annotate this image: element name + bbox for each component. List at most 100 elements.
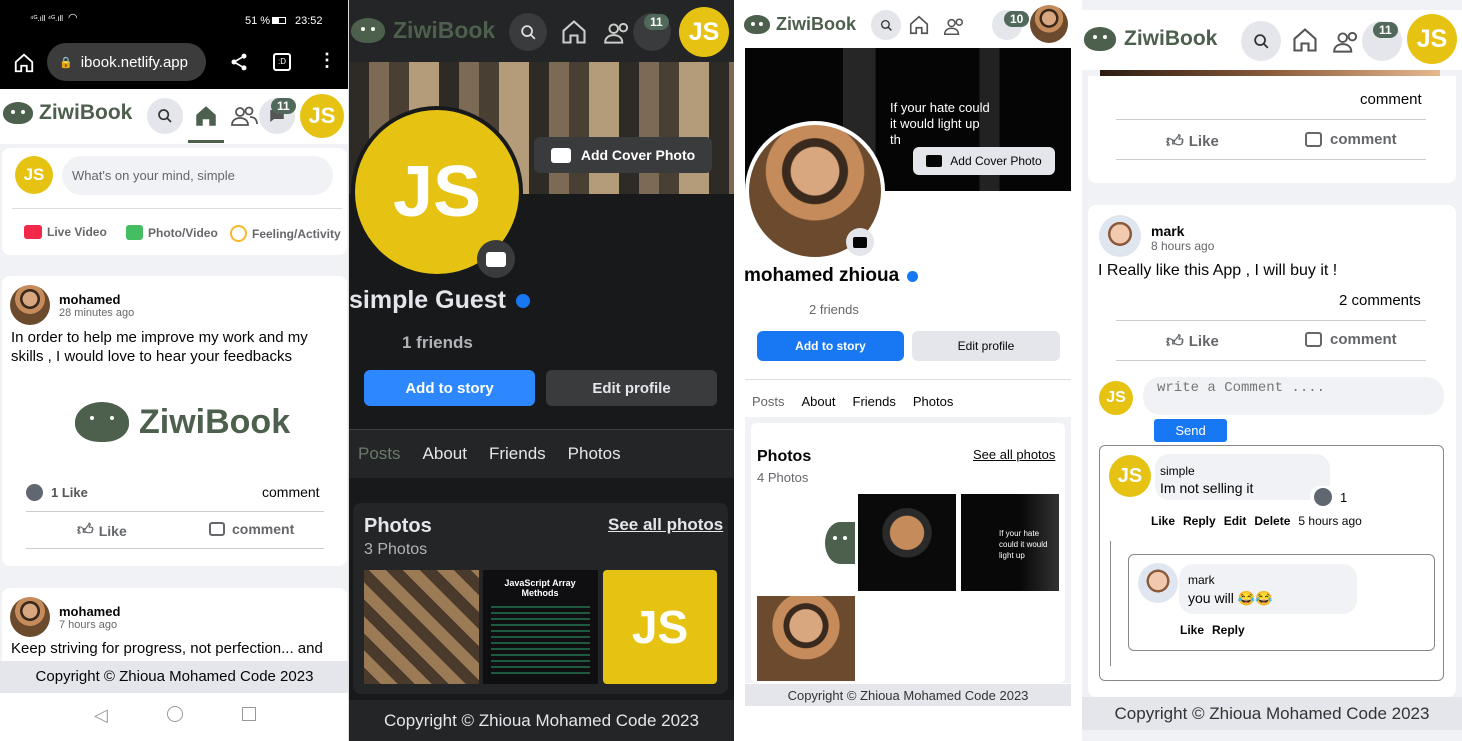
- share-icon[interactable]: [229, 52, 249, 72]
- edit-profile-button[interactable]: Edit profile: [546, 370, 717, 406]
- comment-link[interactable]: comment: [262, 484, 320, 500]
- comment-input[interactable]: write a Comment ....: [1143, 377, 1444, 415]
- add-cover-photo-button[interactable]: Add Cover Photo: [534, 137, 712, 173]
- user-avatar[interactable]: JS: [679, 7, 729, 57]
- friends-icon[interactable]: [603, 21, 633, 45]
- home-circle-icon[interactable]: [167, 706, 183, 722]
- friends-icon[interactable]: [1332, 30, 1362, 54]
- brand-name: ZiwiBook: [39, 101, 133, 124]
- photo-thumb[interactable]: [757, 494, 855, 591]
- notification-badge: 11: [271, 98, 296, 114]
- comment-delete-action[interactable]: Delete: [1254, 514, 1290, 528]
- composer-input[interactable]: What's on your mind, simple: [62, 156, 333, 195]
- add-to-story-button[interactable]: Add to story: [757, 331, 904, 361]
- reply-author[interactable]: mark: [1188, 573, 1215, 587]
- search-button[interactable]: [147, 98, 183, 134]
- comment-like-count[interactable]: 1: [1310, 486, 1352, 508]
- photo-thumb[interactable]: [364, 570, 479, 684]
- more-menu-icon[interactable]: ⋮: [318, 50, 336, 71]
- search-button[interactable]: [871, 10, 901, 40]
- reply-bubble: mark you will 😂😂: [1179, 564, 1357, 614]
- like-count[interactable]: 1 Like: [26, 484, 88, 501]
- comment-button[interactable]: comment: [1305, 331, 1397, 348]
- user-avatar[interactable]: JS: [1407, 14, 1457, 64]
- reply-avatar[interactable]: [1138, 563, 1178, 603]
- tab-posts[interactable]: Posts: [752, 394, 785, 409]
- add-to-story-button[interactable]: Add to story: [364, 370, 535, 406]
- post-author-avatar[interactable]: [10, 285, 50, 325]
- friends-icon[interactable]: [943, 17, 967, 36]
- photo-thumb[interactable]: If your hate could it would light up: [961, 494, 1059, 591]
- tab-about[interactable]: About: [423, 444, 467, 464]
- comment-button[interactable]: comment: [209, 521, 294, 537]
- change-avatar-button[interactable]: [846, 228, 874, 256]
- brand-logo[interactable]: ZiwiBook: [3, 101, 132, 125]
- comment-reply-action[interactable]: Reply: [1183, 514, 1216, 528]
- send-button[interactable]: Send: [1154, 419, 1227, 442]
- photo-thumb[interactable]: [757, 596, 855, 681]
- tabs-icon[interactable]: :D: [273, 53, 291, 71]
- tab-friends[interactable]: Friends: [489, 444, 546, 464]
- post-card-2: mohamed 7 hours ago Keep striving for pr…: [2, 588, 347, 668]
- photo-video-button[interactable]: Photo/Video: [126, 225, 218, 240]
- camera-icon: [926, 155, 943, 167]
- live-video-button[interactable]: Live Video: [24, 225, 107, 239]
- home-icon[interactable]: [560, 18, 588, 46]
- photo-thumb[interactable]: JavaScript Array Methods: [483, 570, 598, 684]
- friends-count[interactable]: 1 friends: [402, 333, 473, 353]
- add-cover-photo-button[interactable]: Add Cover Photo: [913, 147, 1055, 175]
- comment-author[interactable]: simple: [1160, 464, 1195, 478]
- home-icon[interactable]: [1291, 26, 1319, 54]
- photo-thumb[interactable]: [858, 494, 956, 591]
- footer: Copyright © Zhioua Mohamed Code 2023: [745, 684, 1071, 706]
- edit-profile-button[interactable]: Edit profile: [912, 331, 1060, 361]
- brand-logo[interactable]: ZiwiBook: [1084, 27, 1217, 51]
- search-button[interactable]: [509, 13, 547, 51]
- home-icon[interactable]: [13, 52, 35, 74]
- reply-like-action[interactable]: Like: [1180, 623, 1204, 637]
- brand-logo[interactable]: ZiwiBook: [744, 14, 856, 35]
- tab-posts[interactable]: Posts: [358, 444, 401, 464]
- comments-count[interactable]: 2 comments: [1339, 292, 1421, 309]
- brand-logo[interactable]: ZiwiBook: [351, 17, 495, 44]
- like-button[interactable]: 👍︎ Like: [77, 521, 127, 540]
- comment-avatar[interactable]: JS: [1109, 455, 1151, 497]
- home-nav-button[interactable]: [188, 101, 224, 143]
- composer-card: JS What's on your mind, simple Live Vide…: [2, 148, 347, 255]
- tab-photos[interactable]: Photos: [568, 444, 621, 464]
- post-author-name[interactable]: mark: [1151, 223, 1184, 239]
- feeling-button[interactable]: Feeling/Activity: [230, 225, 341, 242]
- post-author-name[interactable]: mohamed: [59, 292, 120, 307]
- back-icon[interactable]: ◁: [94, 705, 108, 726]
- tab-about[interactable]: About: [802, 394, 836, 409]
- friends-count[interactable]: 2 friends: [809, 302, 859, 317]
- post-author-avatar[interactable]: [10, 597, 50, 637]
- user-avatar[interactable]: [1030, 5, 1068, 43]
- tab-friends[interactable]: Friends: [853, 394, 896, 409]
- recents-icon[interactable]: [242, 707, 256, 721]
- comment-link[interactable]: comment: [1360, 91, 1422, 108]
- thumbs-up-icon: 👍︎: [1166, 332, 1184, 351]
- comment-edit-action[interactable]: Edit: [1224, 514, 1247, 528]
- see-all-photos-link[interactable]: See all photos: [608, 515, 723, 535]
- comment-like-action[interactable]: Like: [1151, 514, 1175, 528]
- post-image[interactable]: ZiwiBook: [75, 402, 290, 442]
- top-nav: ZiwiBook 11 JS: [1082, 10, 1462, 70]
- friends-nav-button[interactable]: [230, 105, 258, 127]
- reply-reply-action[interactable]: Reply: [1212, 623, 1245, 637]
- see-all-photos-link[interactable]: See all photos: [973, 447, 1055, 462]
- comment-composer-avatar: JS: [1099, 381, 1133, 415]
- like-button[interactable]: 👍︎ Like: [1166, 131, 1219, 152]
- comments-panel: ZiwiBook 11 JS comment 👍︎ Like comment ma…: [1082, 0, 1462, 741]
- home-icon[interactable]: [908, 14, 930, 36]
- post-author-name[interactable]: mohamed: [59, 604, 120, 619]
- comment-button[interactable]: comment: [1305, 131, 1397, 148]
- url-bar[interactable]: 🔒 ibook.netlify.app: [47, 43, 206, 81]
- change-avatar-button[interactable]: [477, 240, 515, 278]
- like-button[interactable]: 👍︎ Like: [1166, 331, 1219, 352]
- user-avatar[interactable]: JS: [300, 94, 344, 138]
- tab-photos[interactable]: Photos: [913, 394, 953, 409]
- search-button[interactable]: [1241, 21, 1281, 61]
- photo-thumb[interactable]: JS: [603, 570, 717, 684]
- post-author-avatar[interactable]: [1099, 215, 1141, 257]
